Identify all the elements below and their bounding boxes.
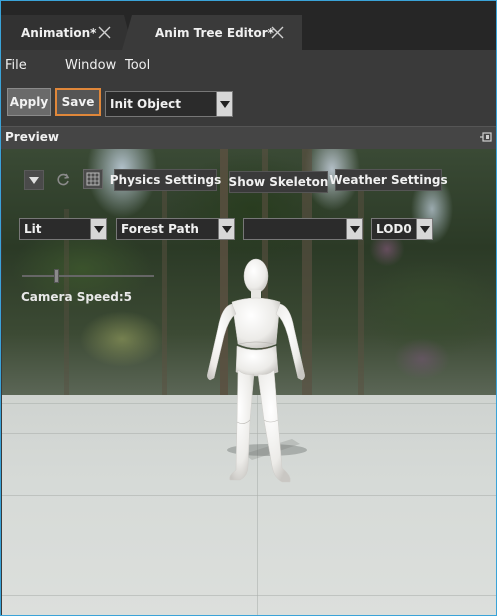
tab-animation[interactable]: Animation* [1, 15, 133, 50]
environment-value: Forest Path [121, 222, 199, 236]
object-select[interactable]: Init Object [105, 91, 233, 117]
lod-value: LOD0 [376, 222, 412, 236]
camera-speed-label: Camera Speed:5 [21, 290, 132, 304]
menu-tool[interactable]: Tool [125, 58, 150, 73]
chevron-down-icon [90, 219, 106, 239]
refresh-icon[interactable] [53, 170, 73, 190]
camera-speed-track[interactable] [22, 275, 154, 277]
preview-title: Preview [5, 130, 60, 144]
editor-window: Animation* Anim Tree Editor* File Window… [0, 0, 497, 616]
chevron-down-icon [216, 92, 232, 116]
chevron-down-icon [218, 219, 234, 239]
chevron-down-icon [346, 219, 362, 239]
shading-mode-value: Lit [24, 222, 42, 236]
close-icon[interactable] [271, 26, 284, 39]
empty-select[interactable] [243, 218, 363, 240]
apply-button[interactable]: Apply [7, 88, 51, 116]
camera-speed-thumb[interactable] [54, 269, 59, 283]
tab-label: Animation* [21, 25, 97, 40]
menu-bar: File Window Tool [1, 50, 496, 80]
lod-select[interactable]: LOD0 [371, 218, 433, 240]
chevron-down-icon [416, 219, 432, 239]
physics-settings-button[interactable]: Physics Settings [110, 169, 221, 191]
preview-viewport[interactable]: Physics Settings Show Skeleton Weather S… [2, 149, 496, 615]
tab-bar: Animation* Anim Tree Editor* [1, 1, 496, 50]
close-icon[interactable] [98, 26, 111, 39]
grid-icon[interactable] [83, 169, 103, 189]
weather-settings-button[interactable]: Weather Settings [329, 169, 448, 191]
triangle-down-icon[interactable] [24, 170, 44, 190]
tab-anim-tree-editor[interactable]: Anim Tree Editor* [122, 15, 302, 50]
preview-panel-header: Preview [1, 126, 496, 149]
menu-file[interactable]: File [5, 58, 27, 73]
environment-select[interactable]: Forest Path [116, 218, 235, 240]
shading-mode-select[interactable]: Lit [19, 218, 107, 240]
menu-window[interactable]: Window [65, 58, 116, 73]
pin-icon[interactable] [479, 131, 493, 145]
tab-label: Anim Tree Editor* [155, 25, 274, 40]
mannequin-model [207, 258, 307, 483]
object-select-value: Init Object [110, 97, 181, 111]
toolbar: Apply Save Init Object [1, 80, 496, 122]
show-skeleton-button[interactable]: Show Skeleton [229, 171, 328, 193]
save-button[interactable]: Save [55, 88, 101, 116]
